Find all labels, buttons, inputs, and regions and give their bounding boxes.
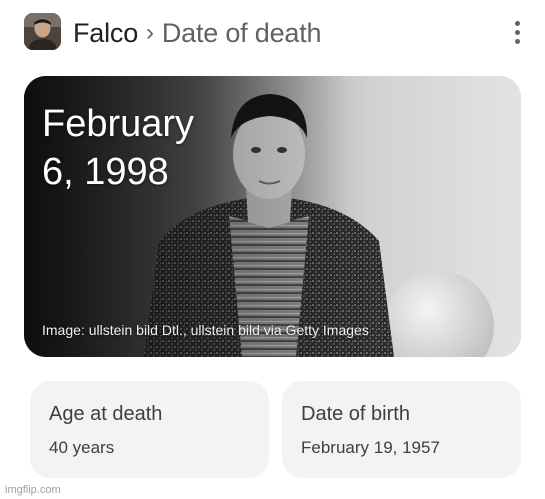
- card-value: 40 years: [49, 438, 115, 457]
- card-label: Age at death: [49, 403, 163, 425]
- header-bar: Falco › Date of death: [0, 0, 545, 64]
- more-vert-icon[interactable]: [507, 16, 527, 48]
- card-label: Date of birth: [301, 403, 410, 425]
- more-dot: [514, 20, 520, 26]
- image-credit: Image: ullstein bild Dtl., ullstein bild…: [42, 322, 369, 338]
- death-date-line2: 6, 1998: [42, 151, 169, 193]
- breadcrumb-separator: ›: [146, 19, 154, 46]
- death-date-line1: February: [42, 103, 195, 145]
- breadcrumb-entity[interactable]: Falco: [73, 18, 138, 49]
- death-date: February 6, 1998: [42, 100, 282, 196]
- avatar-photo-icon: [24, 13, 61, 50]
- age-at-death-card[interactable]: Age at death 40 years: [30, 381, 269, 478]
- hero-image-card[interactable]: February 6, 1998 Image: ullstein bild Dt…: [24, 76, 521, 357]
- card-value: February 19, 1957: [301, 438, 440, 457]
- date-of-birth-card[interactable]: Date of birth February 19, 1957: [282, 381, 521, 478]
- breadcrumb-attribute: Date of death: [161, 17, 322, 48]
- more-dot: [514, 38, 520, 44]
- watermark: imgflip.com: [5, 484, 61, 496]
- entity-avatar[interactable]: [24, 13, 61, 50]
- more-dot: [514, 29, 520, 35]
- breadcrumb: Falco › Date of death: [73, 16, 322, 50]
